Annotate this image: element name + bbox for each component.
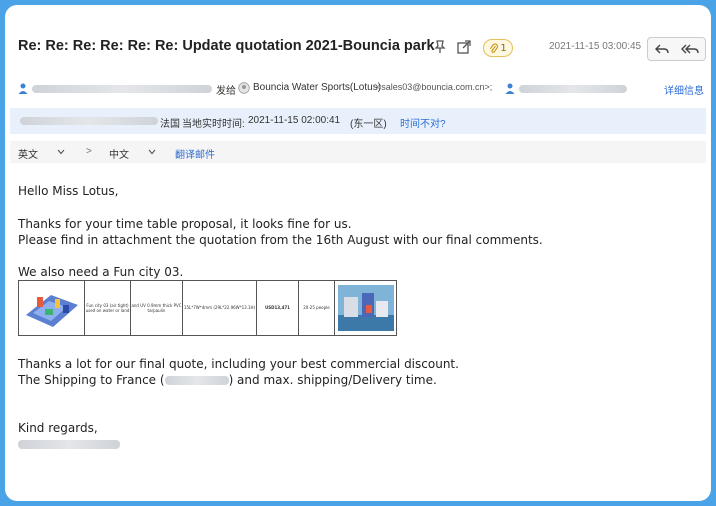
closing: Kind regards, xyxy=(18,421,98,435)
timezone: (东一区) xyxy=(350,119,387,130)
translate-row: 英文 > 中文 翻译邮件 xyxy=(5,141,711,163)
body-line-2: Please find in attachment the quotation … xyxy=(18,233,543,247)
body-line-5: The Shipping to France ( ) and max. shipp… xyxy=(18,373,437,387)
wrong-time-link[interactable]: 时间不对? xyxy=(400,115,446,130)
body-line-3: We also need a Fun city 03. xyxy=(18,265,184,279)
email-timestamp: 2021-11-15 03:00:45 xyxy=(549,41,642,52)
inflatable-park-image xyxy=(25,295,78,327)
chevron-down-icon[interactable] xyxy=(57,149,65,155)
recipient-avatar-icon xyxy=(238,82,250,94)
source-language-select[interactable]: 英文 xyxy=(18,146,38,161)
reply-all-icon xyxy=(681,44,699,54)
local-time: 2021-11-15 02:00:41 xyxy=(248,115,341,126)
details-link[interactable]: 详细信息 xyxy=(664,82,704,97)
redacted-text xyxy=(164,376,229,385)
subject-row: Re: Re: Re: Re: Re: Re: Update quotation… xyxy=(5,5,711,71)
paperclip-icon xyxy=(490,42,499,53)
sender-name-redacted xyxy=(32,85,212,93)
language-arrow: > xyxy=(86,146,92,157)
quote-cell: and UV 0.9mm thick PVC tarpaulin xyxy=(131,281,183,335)
attachment-badge[interactable]: 1 xyxy=(483,39,513,57)
product-photo xyxy=(337,285,394,331)
reply-button[interactable] xyxy=(647,37,677,61)
sender-row: 发给 Bouncia Water Sports(Lotus) <sales03@… xyxy=(5,77,711,99)
body-line-4: Thanks a lot for our final quote, includ… xyxy=(18,357,459,371)
product-photo-cell xyxy=(335,281,396,335)
recipient-name[interactable]: Bouncia Water Sports(Lotus) xyxy=(253,82,381,93)
person-icon xyxy=(505,83,515,94)
cc-redacted xyxy=(519,85,627,93)
local-time-label: 当地实时时间: xyxy=(182,119,245,130)
greeting: Hello Miss Lotus, xyxy=(18,184,119,198)
chevron-down-icon[interactable] xyxy=(148,149,156,155)
product-image-cell xyxy=(19,281,85,335)
open-new-window-icon[interactable] xyxy=(456,39,472,55)
timezone-bar: 法国 当地实时时间: 2021-11-15 02:00:41 (东一区) 时间不… xyxy=(10,108,706,134)
quote-cell: 20-25 people xyxy=(299,281,335,335)
country: 法国 xyxy=(160,119,180,130)
translate-link[interactable]: 翻译邮件 xyxy=(175,146,215,161)
email-window: Re: Re: Re: Re: Re: Re: Update quotation… xyxy=(5,5,711,501)
sender-address-redacted xyxy=(20,117,158,125)
reply-icon xyxy=(655,44,669,54)
target-language-select[interactable]: 中文 xyxy=(109,146,129,161)
body-line-1: Thanks for your time table proposal, it … xyxy=(18,217,352,231)
body-line-5-end: ) and max. shipping/Delivery time. xyxy=(228,373,437,387)
signature-redacted xyxy=(18,440,120,449)
quotation-table-image: Fun city 03 (air tight) used on water or… xyxy=(18,280,397,336)
pin-icon[interactable] xyxy=(432,39,448,55)
body-line-5-start: The Shipping to France ( xyxy=(18,373,165,387)
sent-to-label: 发给 xyxy=(216,86,236,97)
quote-cell: 15L*7W*4mm (29L*22.96W*13.1H) xyxy=(183,281,257,335)
person-icon xyxy=(18,83,28,94)
email-subject: Re: Re: Re: Re: Re: Re: Update quotation… xyxy=(18,38,435,54)
reply-all-button[interactable] xyxy=(675,37,706,61)
recipient-email: <sales03@bouncia.com.cn>; xyxy=(376,82,493,92)
quote-cell: Fun city 03 (air tight) used on water or… xyxy=(85,281,131,335)
quote-price-cell: USD13,471 xyxy=(257,281,299,335)
attachment-count: 1 xyxy=(500,42,507,54)
